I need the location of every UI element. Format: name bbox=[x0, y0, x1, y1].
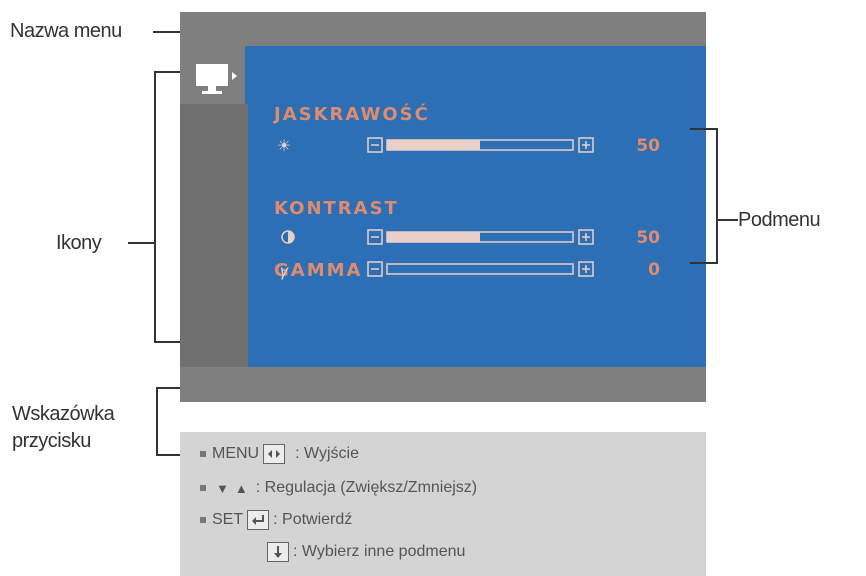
bullet bbox=[200, 451, 206, 457]
adjust-action-label: : Regulacja (Zwiększ/Zmniejsz) bbox=[255, 479, 478, 496]
hint-row-set: SET : Potwierdź bbox=[200, 510, 352, 530]
callout-bracket bbox=[156, 454, 180, 456]
contrast-slider[interactable] bbox=[367, 229, 595, 245]
gamma-slider[interactable] bbox=[367, 261, 595, 277]
callout-bracket bbox=[154, 71, 180, 73]
gamma-icon: γ bbox=[280, 263, 288, 280]
up-arrow-icon[interactable]: ▲ bbox=[235, 481, 248, 496]
bullet bbox=[200, 517, 206, 523]
callout-line bbox=[153, 31, 180, 33]
monitor-icon[interactable] bbox=[196, 64, 238, 98]
callout-bracket bbox=[716, 128, 718, 264]
brightness-value: 50 bbox=[636, 136, 660, 156]
callout-button-hint-2: przycisku bbox=[12, 430, 91, 452]
callout-line bbox=[718, 219, 738, 221]
menu-action-label: : Wyjście bbox=[295, 445, 359, 462]
callout-bracket bbox=[154, 71, 156, 343]
callout-submenu: Podmenu bbox=[738, 209, 821, 231]
callout-bracket bbox=[690, 262, 718, 264]
down-key-icon[interactable] bbox=[267, 542, 289, 562]
exit-key-icon[interactable] bbox=[263, 444, 286, 464]
contrast-value: 50 bbox=[636, 228, 660, 248]
brightness-title: JASKRAWOŚĆ bbox=[274, 104, 430, 125]
brightness-slider[interactable] bbox=[367, 137, 595, 153]
sun-icon: ☀ bbox=[276, 138, 292, 155]
down-arrow-icon[interactable]: ▼ bbox=[216, 481, 229, 496]
callout-line bbox=[128, 242, 154, 244]
hint-row-next: : Wybierz inne podmenu bbox=[263, 542, 465, 562]
callout-bracket bbox=[154, 341, 180, 343]
set-key-label: SET bbox=[212, 511, 244, 528]
osd-icon-sidebar bbox=[180, 104, 248, 367]
callout-bracket bbox=[156, 387, 158, 456]
hint-row-menu: MENU : Wyjście bbox=[200, 444, 359, 464]
menu-key-label: MENU bbox=[212, 445, 260, 462]
enter-key-icon[interactable] bbox=[247, 510, 270, 530]
callout-bracket bbox=[690, 128, 718, 130]
contrast-title: KONTRAST bbox=[274, 198, 399, 219]
callout-menu-name: Nazwa menu bbox=[10, 20, 122, 42]
next-action-label: : Wybierz inne podmenu bbox=[293, 543, 466, 560]
callout-bracket bbox=[156, 387, 180, 389]
bullet bbox=[200, 485, 206, 491]
gamma-value: 0 bbox=[648, 260, 660, 280]
set-action-label: : Potwierdź bbox=[273, 511, 353, 528]
callout-button-hint-1: Wskazówka bbox=[12, 403, 115, 425]
callout-icons: Ikony bbox=[56, 232, 102, 254]
hint-row-adjust: ▼ ▲ : Regulacja (Zwiększ/Zmniejsz) bbox=[200, 479, 477, 497]
contrast-icon bbox=[281, 230, 295, 244]
